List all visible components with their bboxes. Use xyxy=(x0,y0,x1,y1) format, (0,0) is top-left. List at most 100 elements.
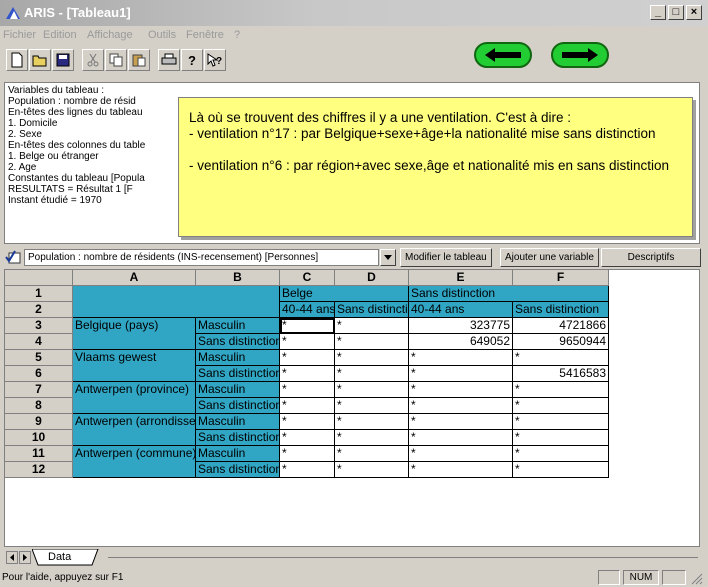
menu-affichage[interactable]: Affichage xyxy=(87,29,133,41)
menu-fichier[interactable]: Fichier xyxy=(3,29,36,41)
print-button[interactable] xyxy=(158,49,180,71)
data-cell[interactable]: * xyxy=(409,446,513,462)
forward-arrow-button[interactable] xyxy=(551,42,609,68)
data-cell[interactable]: * xyxy=(335,414,409,430)
sheet-tab-data[interactable]: Data xyxy=(48,551,71,563)
dropdown-button[interactable] xyxy=(380,249,396,266)
header-age-sans-distinction[interactable]: Sans distinction xyxy=(513,302,609,318)
data-cell[interactable]: * xyxy=(280,462,335,478)
data-cell-selected[interactable]: * xyxy=(280,318,335,334)
data-grid[interactable]: A B C D E F 1 2 3 4 5 6 7 8 9 10 11 12 B… xyxy=(4,269,700,547)
data-cell[interactable]: 649052 xyxy=(409,334,513,350)
row-sex-sans-distinction[interactable]: Sans distinction xyxy=(196,334,280,350)
new-file-button[interactable] xyxy=(6,49,28,71)
column-header-e[interactable]: E xyxy=(409,270,513,286)
data-cell[interactable]: * xyxy=(513,398,609,414)
data-cell[interactable]: * xyxy=(513,446,609,462)
row-header[interactable]: 9 xyxy=(5,414,73,430)
row-header[interactable]: 5 xyxy=(5,350,73,366)
data-cell[interactable]: * xyxy=(280,430,335,446)
data-cell[interactable]: * xyxy=(409,382,513,398)
copy-button[interactable] xyxy=(105,49,127,71)
row-header[interactable]: 10 xyxy=(5,430,73,446)
row-sex-sans-distinction[interactable]: Sans distinction xyxy=(196,430,280,446)
header-belge[interactable]: Belge xyxy=(280,286,409,302)
data-cell[interactable]: * xyxy=(409,462,513,478)
header-sans-distinction[interactable]: Sans distinction xyxy=(409,286,609,302)
data-cell[interactable]: * xyxy=(280,446,335,462)
data-cell[interactable]: * xyxy=(335,446,409,462)
column-header-b[interactable]: B xyxy=(196,270,280,286)
row-header[interactable]: 6 xyxy=(5,366,73,382)
row-sex-masculin[interactable]: Masculin xyxy=(196,318,280,334)
row-sex-sans-distinction[interactable]: Sans distinction xyxy=(196,366,280,382)
header-age-40-44[interactable]: 40-44 ans xyxy=(409,302,513,318)
data-cell[interactable]: 5416583 xyxy=(513,366,609,382)
data-cell[interactable]: * xyxy=(335,382,409,398)
data-cell[interactable]: 323775 xyxy=(409,318,513,334)
corner-cell[interactable] xyxy=(5,270,73,286)
column-header-a[interactable]: A xyxy=(73,270,196,286)
data-cell[interactable]: 4721866 xyxy=(513,318,609,334)
tab-scroll-left-button[interactable] xyxy=(6,551,18,564)
header-age-sans-distinction[interactable]: Sans distinction xyxy=(335,302,409,318)
row-sex-masculin[interactable]: Masculin xyxy=(196,446,280,462)
help-button[interactable]: ? xyxy=(181,49,203,71)
data-cell[interactable]: * xyxy=(335,318,409,334)
data-cell[interactable]: * xyxy=(335,350,409,366)
row-label-belgique[interactable]: Belgique (pays) xyxy=(73,318,196,350)
row-label-vlaams[interactable]: Vlaams gewest xyxy=(73,350,196,382)
row-label-antwerpen-province[interactable]: Antwerpen (province) xyxy=(73,382,196,414)
data-cell[interactable]: * xyxy=(409,350,513,366)
paste-button[interactable] xyxy=(128,49,150,71)
data-cell[interactable]: 9650944 xyxy=(513,334,609,350)
data-cell[interactable]: * xyxy=(335,398,409,414)
data-cell[interactable]: * xyxy=(280,334,335,350)
row-sex-masculin[interactable]: Masculin xyxy=(196,382,280,398)
data-cell[interactable]: * xyxy=(280,414,335,430)
data-cell[interactable]: * xyxy=(409,366,513,382)
row-header[interactable]: 12 xyxy=(5,462,73,478)
data-cell[interactable]: * xyxy=(335,334,409,350)
resize-grip-icon[interactable] xyxy=(690,572,703,585)
tab-scroll-right-button[interactable] xyxy=(19,551,31,564)
data-cell[interactable]: * xyxy=(335,366,409,382)
row-header[interactable]: 8 xyxy=(5,398,73,414)
column-header-c[interactable]: C xyxy=(280,270,335,286)
row-sex-masculin[interactable]: Masculin xyxy=(196,414,280,430)
row-sex-sans-distinction[interactable]: Sans distinction xyxy=(196,462,280,478)
data-cell[interactable]: * xyxy=(409,430,513,446)
context-help-button[interactable]: ? xyxy=(204,49,226,71)
data-cell[interactable]: * xyxy=(280,398,335,414)
data-cell[interactable]: * xyxy=(335,430,409,446)
data-cell[interactable]: * xyxy=(513,462,609,478)
data-cell[interactable]: * xyxy=(513,414,609,430)
descriptifs-button[interactable]: Descriptifs xyxy=(601,248,701,267)
header-corner-block[interactable] xyxy=(73,286,280,318)
menu-outils[interactable]: Outils xyxy=(148,29,176,41)
minimize-button[interactable]: _ xyxy=(650,5,666,20)
close-button[interactable]: × xyxy=(686,5,702,20)
cut-button[interactable] xyxy=(82,49,104,71)
data-cell[interactable]: * xyxy=(335,462,409,478)
row-label-antwerpen-arrondissement[interactable]: Antwerpen (arrondissement) xyxy=(73,414,196,446)
data-cell[interactable]: * xyxy=(409,414,513,430)
maximize-button[interactable]: □ xyxy=(668,5,684,20)
data-cell[interactable]: * xyxy=(513,350,609,366)
row-label-antwerpen-commune[interactable]: Antwerpen (commune) xyxy=(73,446,196,478)
row-header[interactable]: 4 xyxy=(5,334,73,350)
row-header[interactable]: 3 xyxy=(5,318,73,334)
row-sex-sans-distinction[interactable]: Sans distinction xyxy=(196,398,280,414)
row-header[interactable]: 11 xyxy=(5,446,73,462)
row-header[interactable]: 1 xyxy=(5,286,73,302)
title-bar[interactable]: ARIS - [Tableau1] _ □ × xyxy=(0,0,708,26)
data-cell[interactable]: * xyxy=(513,382,609,398)
column-header-f[interactable]: F xyxy=(513,270,609,286)
data-cell[interactable]: * xyxy=(409,398,513,414)
open-button[interactable] xyxy=(29,49,51,71)
data-cell[interactable]: * xyxy=(280,350,335,366)
add-variable-button[interactable]: Ajouter une variable xyxy=(500,248,599,267)
data-cell[interactable]: * xyxy=(280,382,335,398)
row-header[interactable]: 2 xyxy=(5,302,73,318)
save-button[interactable] xyxy=(52,49,74,71)
